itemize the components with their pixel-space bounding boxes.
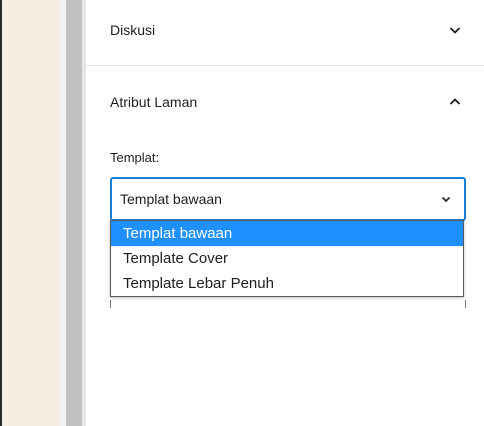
template-option[interactable]: Template Cover <box>111 246 463 271</box>
select-border-fragment <box>110 300 466 308</box>
template-label: Templat: <box>110 150 160 165</box>
chevron-up-icon <box>449 98 461 105</box>
editor-canvas-strip <box>2 0 60 426</box>
scrollbar-thumb[interactable] <box>66 0 82 426</box>
template-select[interactable]: Templat bawaan <box>110 177 466 221</box>
template-select-value: Templat bawaan <box>120 191 222 207</box>
chevron-down-icon <box>449 27 461 34</box>
panel-title-atribut-laman: Atribut Laman <box>110 94 198 110</box>
template-options-list: Templat bawaan Template Cover Template L… <box>110 220 464 297</box>
panel-toggle-diskusi[interactable]: Diskusi <box>86 6 484 54</box>
settings-sidebar: Diskusi Atribut Laman Templat: Templat b… <box>86 0 484 426</box>
template-option[interactable]: Templat bawaan <box>111 221 463 246</box>
editor-screen: Diskusi Atribut Laman Templat: Templat b… <box>0 0 484 426</box>
template-option[interactable]: Template Lebar Penuh <box>111 271 463 296</box>
chevron-down-icon <box>441 196 451 203</box>
panel-title-diskusi: Diskusi <box>110 22 156 38</box>
panel-divider <box>86 65 484 66</box>
panel-toggle-atribut-laman[interactable]: Atribut Laman <box>86 78 484 126</box>
